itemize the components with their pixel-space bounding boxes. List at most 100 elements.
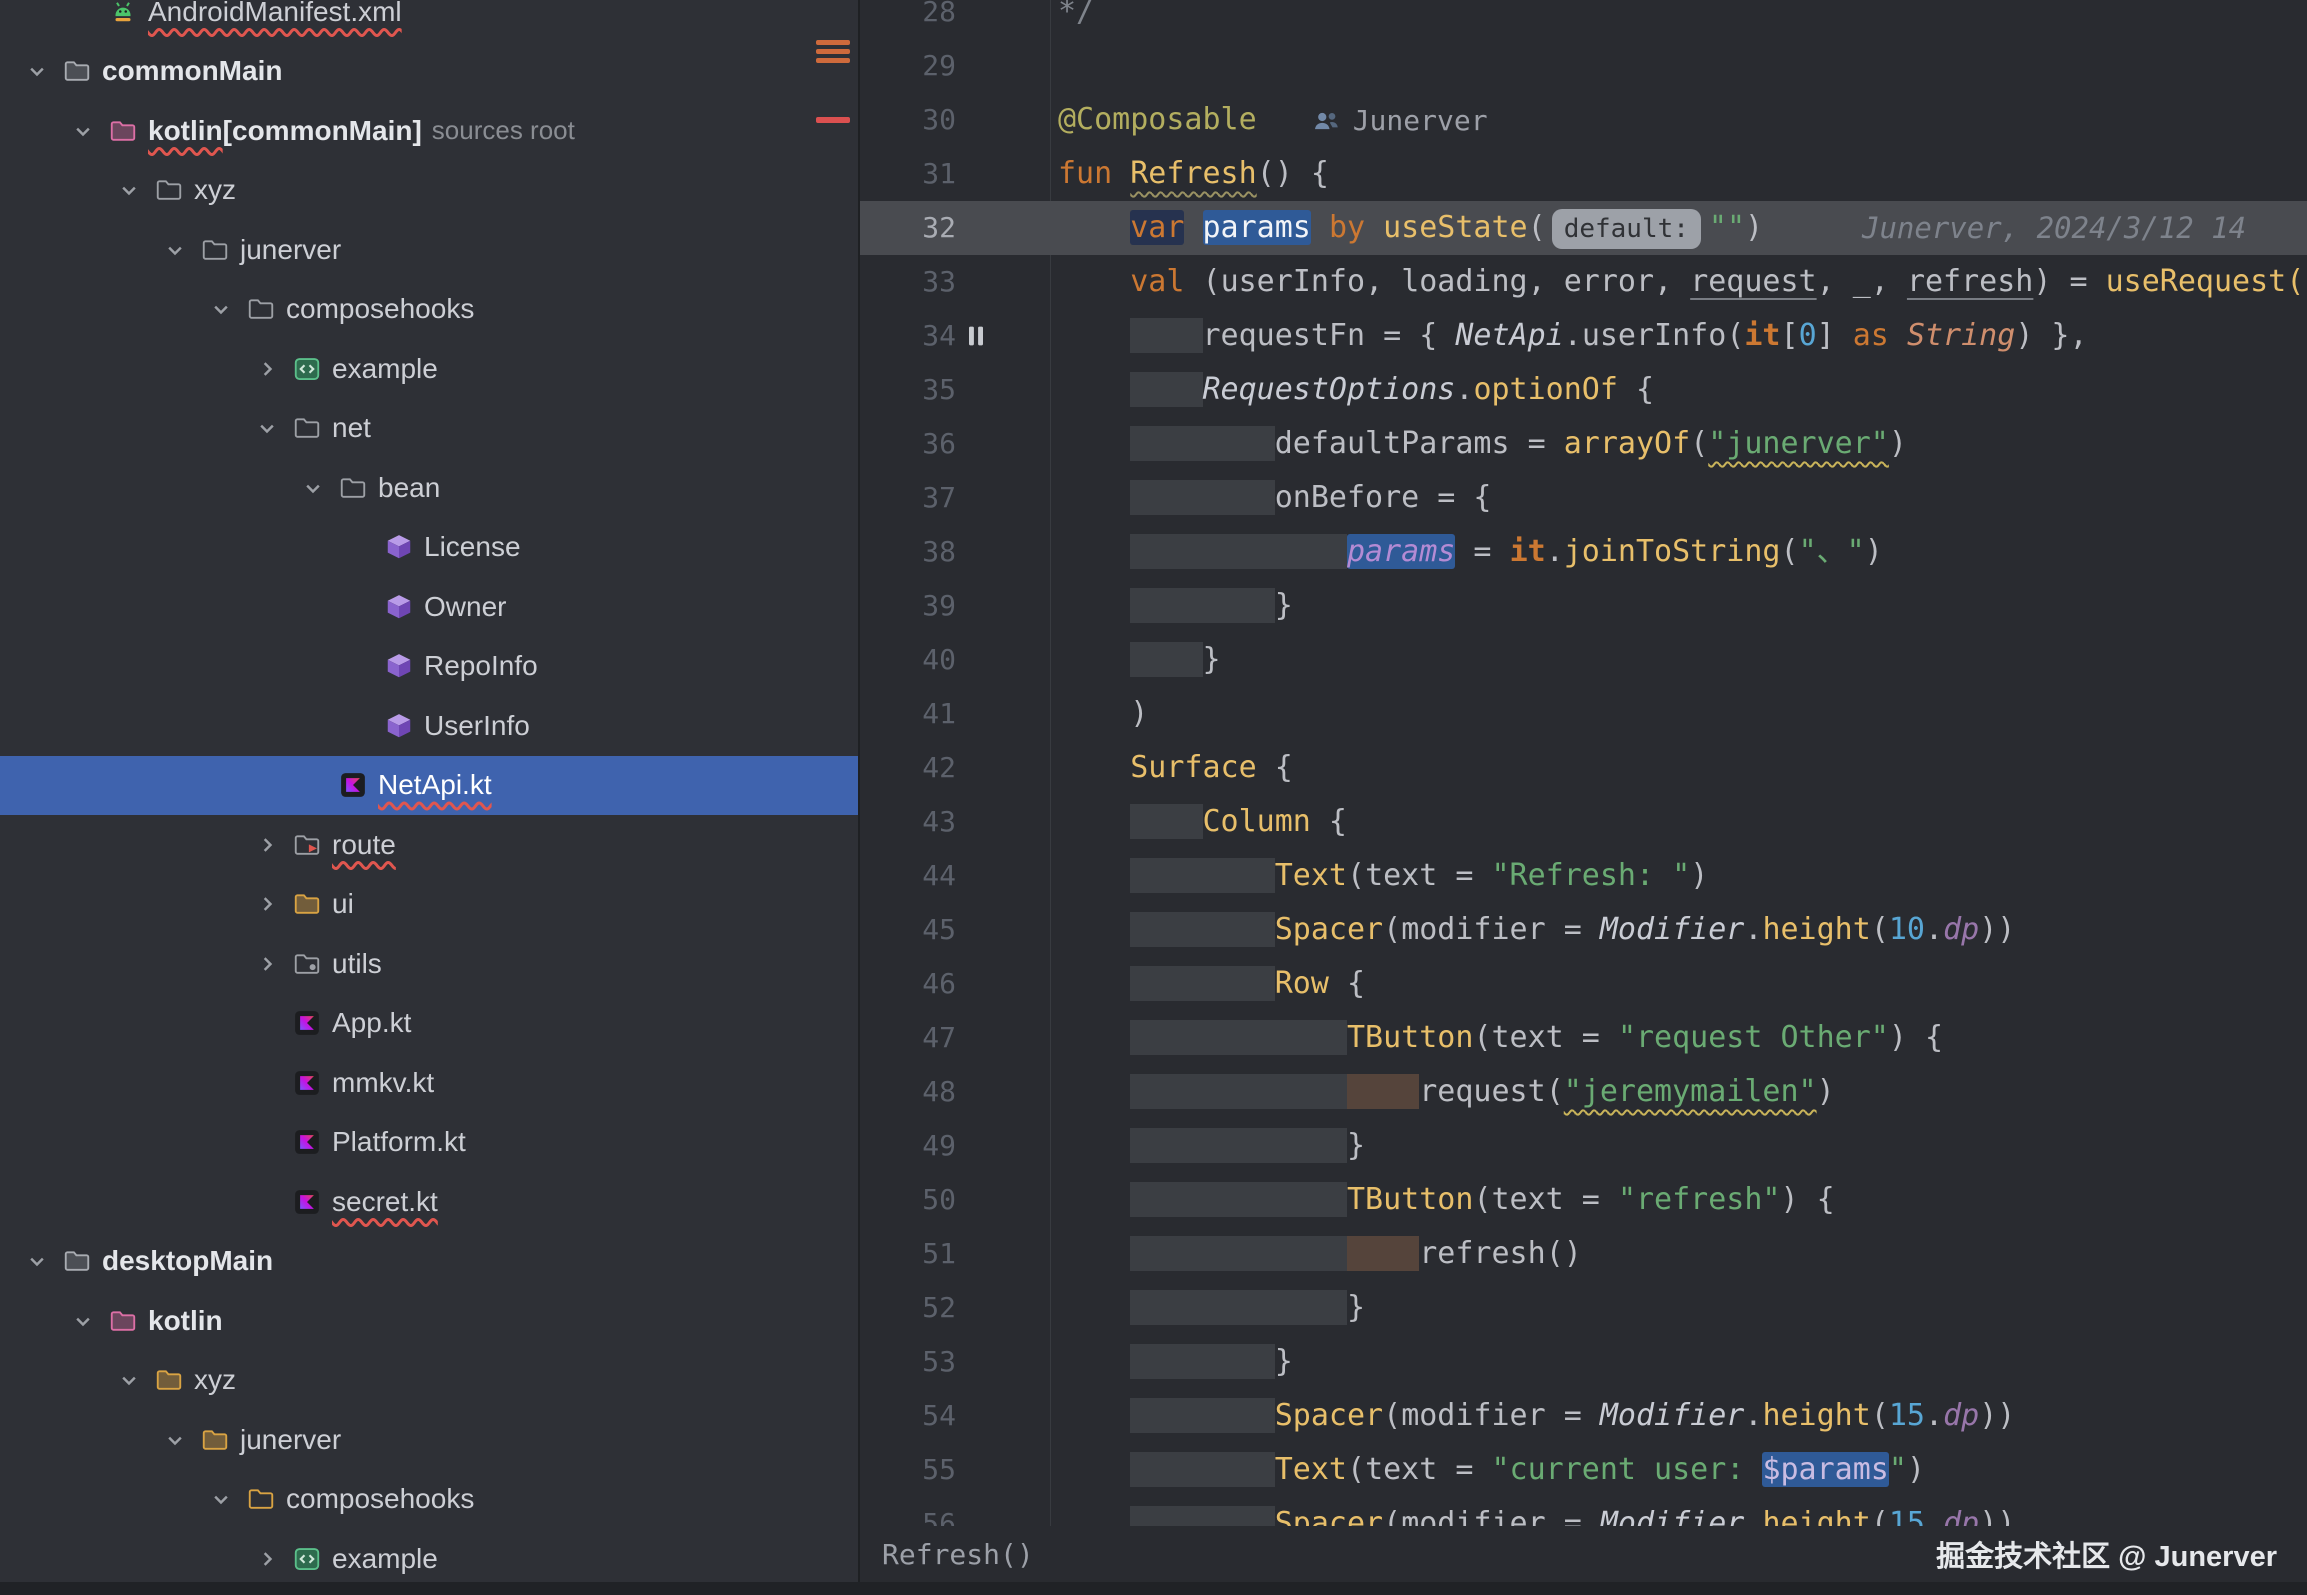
line-number[interactable]: 32: [860, 201, 956, 255]
code-text[interactable]: @ComposableJunerver: [1058, 93, 2307, 147]
code-text[interactable]: refresh(): [1058, 1227, 2307, 1281]
line-number[interactable]: 52: [860, 1281, 956, 1335]
breadcrumb[interactable]: Refresh(): [882, 1538, 1034, 1571]
code-line-36[interactable]: 36 defaultParams = arrayOf("junerver"): [860, 417, 2307, 471]
chevron-down-icon[interactable]: [12, 1247, 62, 1275]
code-line-42[interactable]: 42 Surface {: [860, 741, 2307, 795]
code-line-39[interactable]: 39 }: [860, 579, 2307, 633]
tree-item-userinfo[interactable]: UserInfo: [0, 696, 858, 756]
line-number[interactable]: 53: [860, 1335, 956, 1389]
tree-item-repoinfo[interactable]: RepoInfo: [0, 637, 858, 697]
code-line-29[interactable]: 29: [860, 39, 2307, 93]
tree-item-example[interactable]: example: [0, 1529, 858, 1589]
code-text[interactable]: Row {: [1058, 957, 2307, 1011]
line-number[interactable]: 45: [860, 903, 956, 957]
line-number[interactable]: 40: [860, 633, 956, 687]
code-text[interactable]: Column {: [1058, 795, 2307, 849]
code-text[interactable]: }: [1058, 633, 2307, 687]
tree-item-kotlin[interactable]: kotlin [commonMain]sources root: [0, 101, 858, 161]
code-line-53[interactable]: 53 }: [860, 1335, 2307, 1389]
tree-item-desktopmain[interactable]: desktopMain: [0, 1232, 858, 1292]
code-line-41[interactable]: 41 ): [860, 687, 2307, 741]
chevron-down-icon[interactable]: [104, 176, 154, 204]
chevron-down-icon[interactable]: [12, 57, 62, 85]
tree-item-bean[interactable]: bean: [0, 458, 858, 518]
code-line-48[interactable]: 48 request("jeremymailen"): [860, 1065, 2307, 1119]
code-text[interactable]: request("jeremymailen"): [1058, 1065, 2307, 1119]
tree-item-net[interactable]: net: [0, 399, 858, 459]
code-text[interactable]: RequestOptions.optionOf {: [1058, 363, 2307, 417]
code-text[interactable]: onBefore = {: [1058, 471, 2307, 525]
tree-item-junerver[interactable]: junerver: [0, 1410, 858, 1470]
line-number[interactable]: 38: [860, 525, 956, 579]
chevron-down-icon[interactable]: [196, 295, 246, 323]
chevron-down-icon[interactable]: [58, 117, 108, 145]
code-line-47[interactable]: 47 TButton(text = "request Other") {: [860, 1011, 2307, 1065]
line-number[interactable]: 35: [860, 363, 956, 417]
tree-item-utils[interactable]: utils: [0, 934, 858, 994]
code-text[interactable]: TButton(text = "request Other") {: [1058, 1011, 2307, 1065]
code-text[interactable]: Surface {: [1058, 741, 2307, 795]
chevron-right-icon[interactable]: [242, 831, 292, 859]
code-text[interactable]: Spacer(modifier = Modifier.height(15.dp)…: [1058, 1389, 2307, 1443]
code-authors-hint[interactable]: Junerver: [1311, 94, 1488, 148]
code-line-54[interactable]: 54 Spacer(modifier = Modifier.height(15.…: [860, 1389, 2307, 1443]
code-text[interactable]: }: [1058, 1119, 2307, 1173]
code-line-35[interactable]: 35 RequestOptions.optionOf {: [860, 363, 2307, 417]
code-text[interactable]: defaultParams = arrayOf("junerver"): [1058, 417, 2307, 471]
line-number[interactable]: 37: [860, 471, 956, 525]
code-text[interactable]: }: [1058, 1281, 2307, 1335]
code-text[interactable]: Spacer(modifier = Modifier.height(10.dp)…: [1058, 903, 2307, 957]
tree-item-netapi-kt[interactable]: NetApi.kt: [0, 756, 858, 816]
line-number[interactable]: 30: [860, 93, 956, 147]
chevron-right-icon[interactable]: [242, 355, 292, 383]
code-editor[interactable]: 28*/2930@ComposableJunerver31fun Refresh…: [860, 0, 2307, 1595]
chevron-down-icon[interactable]: [58, 1307, 108, 1335]
line-number[interactable]: 54: [860, 1389, 956, 1443]
code-text[interactable]: }: [1058, 579, 2307, 633]
tree-item-mmkv-kt[interactable]: mmkv.kt: [0, 1053, 858, 1113]
line-number[interactable]: 36: [860, 417, 956, 471]
code-text[interactable]: [1058, 39, 2307, 93]
code-line-40[interactable]: 40 }: [860, 633, 2307, 687]
code-text[interactable]: fun Refresh() {: [1058, 147, 2307, 201]
code-line-45[interactable]: 45 Spacer(modifier = Modifier.height(10.…: [860, 903, 2307, 957]
line-number[interactable]: 49: [860, 1119, 956, 1173]
chevron-down-icon[interactable]: [150, 236, 200, 264]
code-text[interactable]: val (userInfo, loading, error, request, …: [1058, 255, 2307, 309]
code-line-50[interactable]: 50 TButton(text = "refresh") {: [860, 1173, 2307, 1227]
line-number[interactable]: 34: [860, 309, 956, 363]
tree-item-xyz[interactable]: xyz: [0, 1351, 858, 1411]
code-line-49[interactable]: 49 }: [860, 1119, 2307, 1173]
code-line-37[interactable]: 37 onBefore = {: [860, 471, 2307, 525]
code-line-31[interactable]: 31 fun Refresh() {: [860, 147, 2307, 201]
tree-item-junerver[interactable]: junerver: [0, 220, 858, 280]
line-number[interactable]: 31: [860, 147, 956, 201]
line-number[interactable]: 28: [860, 0, 956, 39]
tree-item-composehooks[interactable]: composehooks: [0, 280, 858, 340]
chevron-right-icon[interactable]: [242, 890, 292, 918]
code-text[interactable]: ): [1058, 687, 2307, 741]
line-number[interactable]: 47: [860, 1011, 956, 1065]
line-number[interactable]: 48: [860, 1065, 956, 1119]
code-text[interactable]: Text(text = "current user: $params"): [1058, 1443, 2307, 1497]
code-line-30[interactable]: 30 @ComposableJunerver: [860, 93, 2307, 147]
tree-item-app-kt[interactable]: App.kt: [0, 994, 858, 1054]
code-text[interactable]: }: [1058, 1335, 2307, 1389]
tree-item-commonmain[interactable]: commonMain: [0, 42, 858, 102]
code-line-51[interactable]: 51 refresh(): [860, 1227, 2307, 1281]
tree-item-route[interactable]: route: [0, 815, 858, 875]
line-number[interactable]: 55: [860, 1443, 956, 1497]
chevron-right-icon[interactable]: [242, 950, 292, 978]
project-tree[interactable]: AndroidManifest.xmlcommonMainkotlin [com…: [0, 0, 858, 1589]
line-number[interactable]: 41: [860, 687, 956, 741]
code-line-38[interactable]: 38 params = it.joinToString("、"): [860, 525, 2307, 579]
line-number[interactable]: 43: [860, 795, 956, 849]
tree-item-androidmanifest-xml[interactable]: AndroidManifest.xml: [0, 0, 858, 42]
code-line-43[interactable]: 43 Column {: [860, 795, 2307, 849]
code-text[interactable]: params = it.joinToString("、"): [1058, 525, 2307, 579]
chevron-right-icon[interactable]: [242, 1545, 292, 1573]
code-line-46[interactable]: 46 Row {: [860, 957, 2307, 1011]
line-number[interactable]: 51: [860, 1227, 956, 1281]
code-line-44[interactable]: 44 Text(text = "Refresh: "): [860, 849, 2307, 903]
